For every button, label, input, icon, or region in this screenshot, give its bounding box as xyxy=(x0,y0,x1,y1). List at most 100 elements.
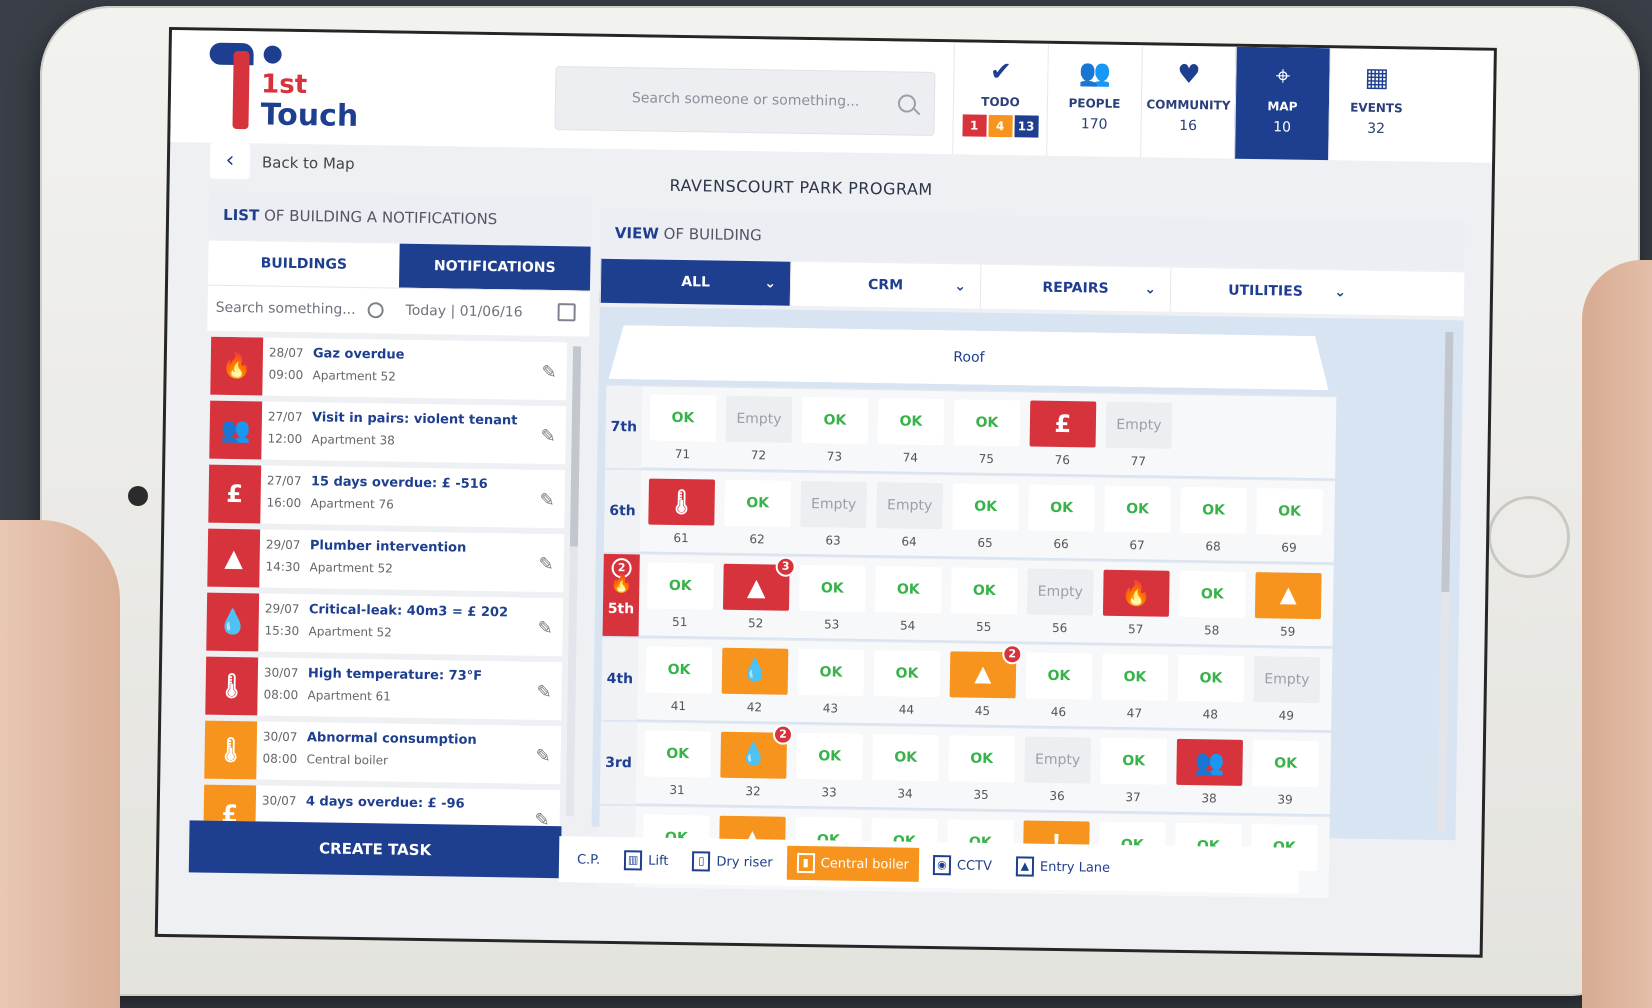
date-field[interactable]: Today | 01/06/16 xyxy=(405,303,522,321)
apartment-status[interactable]: OK xyxy=(1101,653,1169,701)
apartment-cell[interactable]: OK 48 xyxy=(1177,654,1245,722)
apartment-status[interactable]: OK xyxy=(1028,484,1095,532)
apartment-status[interactable]: OK xyxy=(953,399,1021,447)
edit-pencil-icon[interactable]: ✎ xyxy=(540,426,555,447)
apartment-cell[interactable]: OK 44 xyxy=(873,650,941,717)
apartment-cell[interactable]: OK 73 xyxy=(801,396,869,464)
back-button[interactable]: ‹ xyxy=(209,142,251,180)
apartment-cell[interactable]: OK 35 xyxy=(948,735,1016,802)
edit-pencil-icon[interactable]: ✎ xyxy=(538,554,553,575)
apartment-status[interactable]: OK xyxy=(1025,652,1093,700)
apartment-status[interactable]: OK xyxy=(1252,740,1319,788)
apartment-status[interactable]: 👥 xyxy=(1176,738,1243,786)
apartment-status[interactable]: OK xyxy=(950,567,1018,615)
search-icon[interactable] xyxy=(367,302,384,319)
back-to-map-link[interactable]: Back to Map xyxy=(262,153,355,172)
global-search-input[interactable]: Search someone or something... xyxy=(554,66,936,136)
apartment-status[interactable]: OK xyxy=(645,646,713,694)
legend-c-p-[interactable]: C.P. xyxy=(566,842,611,877)
filter-crm[interactable]: CRM ⌄ xyxy=(789,261,981,309)
floor-label[interactable]: 4th xyxy=(601,637,639,721)
apartment-cell[interactable]: Empty 64 xyxy=(876,482,943,549)
legend-cctv[interactable]: ◉ CCTV xyxy=(922,847,1003,884)
apartment-status[interactable]: OK xyxy=(797,648,865,696)
apartment-status[interactable]: Empty xyxy=(1026,568,1094,616)
apartment-cell[interactable]: 💧 2 32 xyxy=(720,724,794,799)
notification-search-input[interactable]: Search something... xyxy=(216,300,356,318)
apartment-status[interactable]: OK xyxy=(1100,737,1167,785)
apartment-status[interactable]: OK xyxy=(801,396,869,444)
edit-pencil-icon[interactable]: ✎ xyxy=(535,746,550,767)
apartment-cell[interactable]: ▲ 2 45 xyxy=(949,644,1023,718)
apartment-status[interactable]: Empty xyxy=(800,480,867,528)
list-item[interactable]: 🌡 30/07 Abnormal consumption 08:00 Central b… xyxy=(204,720,562,785)
floor-label[interactable]: 2 🔥 5th xyxy=(602,553,640,637)
apartment-cell[interactable]: Empty 77 xyxy=(1105,401,1173,469)
filter-all[interactable]: ALL ⌄ xyxy=(599,258,791,306)
list-item[interactable]: £30/07 4 days overdue: £ -96 ✎ xyxy=(203,784,561,827)
apartment-cell[interactable]: OK 67 xyxy=(1104,485,1171,553)
home-button[interactable] xyxy=(1488,496,1570,578)
apartment-status[interactable]: £ xyxy=(1029,400,1097,448)
apartment-cell[interactable]: OK 47 xyxy=(1101,653,1169,721)
apartment-cell[interactable]: 👥 38 xyxy=(1176,738,1243,806)
list-item[interactable]: 🔥 28/07 Gaz overdue 09:00 Apartment 52 ✎ xyxy=(210,336,568,401)
apartment-status[interactable]: OK xyxy=(796,732,864,780)
apartment-status[interactable]: Empty xyxy=(1253,656,1321,704)
nav-community[interactable]: ♥ COMMUNITY 16 xyxy=(1140,45,1236,159)
apartment-cell[interactable]: Empty 72 xyxy=(725,395,793,463)
apartment-cell[interactable]: OK 33 xyxy=(796,732,864,800)
legend-central-boiler[interactable]: ▮ Central boiler xyxy=(786,845,920,882)
apartment-cell[interactable]: OK 46 xyxy=(1025,652,1093,719)
tab-notifications[interactable]: NOTIFICATIONS xyxy=(398,243,591,291)
apartment-cell[interactable]: Empty 56 xyxy=(1026,568,1094,636)
apartment-status[interactable]: Empty xyxy=(725,395,793,443)
edit-pencil-icon[interactable]: ✎ xyxy=(536,682,551,703)
apartment-status[interactable]: OK xyxy=(948,735,1016,783)
apartment-cell[interactable]: OK 65 xyxy=(952,483,1019,550)
apartment-cell[interactable]: ▲ 3 52 xyxy=(722,556,796,631)
apartment-status[interactable]: OK xyxy=(649,394,717,442)
apartment-status[interactable]: OK xyxy=(1178,570,1246,618)
apartment-status[interactable]: Empty xyxy=(876,482,943,530)
apartment-cell[interactable]: OK 39 xyxy=(1252,740,1319,807)
apartment-status[interactable]: 💧 xyxy=(721,647,789,695)
apartment-status[interactable]: OK xyxy=(873,650,941,698)
apartment-status[interactable]: OK xyxy=(1177,654,1245,702)
apartment-status[interactable]: OK xyxy=(874,566,942,614)
nav-map[interactable]: ⌖ MAP 10 xyxy=(1234,46,1330,161)
list-item[interactable]: 🌡 30/07 High temperature: 73°F 08:00 Apartme… xyxy=(205,656,563,721)
floor-label[interactable]: 7th xyxy=(605,385,643,469)
list-item[interactable]: 💧 29/07 Critical-leak: 40m3 = £ 202 15:30 Ap… xyxy=(206,592,564,657)
apartment-cell[interactable]: OK 31 xyxy=(644,730,712,798)
apartment-status[interactable]: OK xyxy=(872,734,940,782)
floor-label[interactable]: 3rd xyxy=(599,721,638,805)
list-item[interactable]: 👥 27/07 Visit in pairs: violent tenant 12:0… xyxy=(209,400,567,465)
tab-buildings[interactable]: BUILDINGS xyxy=(208,241,400,288)
apartment-status[interactable]: Empty xyxy=(1105,401,1173,449)
apartment-status[interactable]: OK xyxy=(724,479,791,527)
apartment-cell[interactable]: Empty 49 xyxy=(1253,656,1321,723)
apartment-cell[interactable]: OK 51 xyxy=(646,562,714,630)
calendar-icon[interactable] xyxy=(557,303,576,322)
legend-dry-riser[interactable]: ▯ Dry riser xyxy=(682,844,783,880)
nav-events[interactable]: ▦ EVENTS 32 xyxy=(1328,48,1424,162)
edit-pencil-icon[interactable]: ✎ xyxy=(541,362,556,383)
apartment-cell[interactable]: OK 53 xyxy=(798,564,866,632)
apartment-cell[interactable]: OK 55 xyxy=(950,567,1018,634)
apartment-cell[interactable]: 🔥 57 xyxy=(1102,569,1170,637)
apartment-status[interactable]: 🌡 xyxy=(648,478,716,526)
edit-pencil-icon[interactable]: ✎ xyxy=(539,490,554,511)
apartment-cell[interactable]: £76 xyxy=(1029,400,1097,468)
edit-pencil-icon[interactable]: ✎ xyxy=(537,618,552,639)
apartment-cell[interactable]: OK 43 xyxy=(797,648,865,716)
apartment-status[interactable]: OK xyxy=(1104,485,1171,533)
apartment-cell[interactable]: ▲ 59 xyxy=(1254,572,1322,639)
filter-utilities[interactable]: UTILITIES ⌄ xyxy=(1169,267,1361,315)
apartment-status[interactable]: OK xyxy=(644,730,712,778)
apartment-status[interactable]: ▲ xyxy=(1254,572,1322,620)
apartment-cell[interactable]: OK 62 xyxy=(724,479,791,547)
legend-entry-lane[interactable]: ▲ Entry Lane xyxy=(1005,849,1121,885)
apartment-status[interactable]: OK xyxy=(798,564,866,612)
apartment-status[interactable]: OK xyxy=(1256,488,1323,536)
